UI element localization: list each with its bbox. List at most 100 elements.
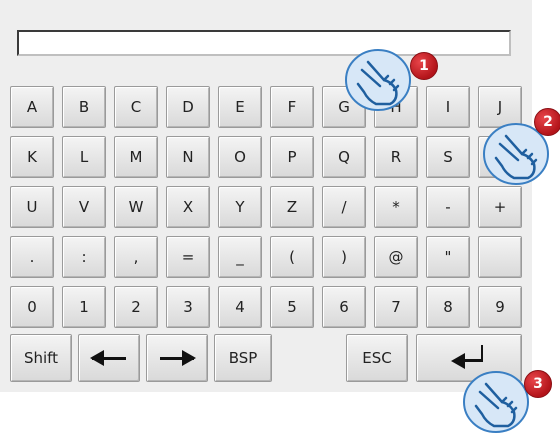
- key-label: -: [445, 198, 451, 216]
- touch-hand-icon: [345, 49, 411, 111]
- shift-key-label: Shift: [23, 349, 59, 367]
- key-label: 6: [339, 298, 349, 316]
- key-n[interactable]: N: [166, 136, 210, 178]
- key-9[interactable]: 9: [478, 286, 522, 328]
- key-4[interactable]: 4: [218, 286, 262, 328]
- key-label: *: [392, 198, 400, 216]
- key-label: B: [78, 98, 90, 116]
- key-v[interactable]: V: [62, 186, 106, 228]
- key-label: 7: [391, 298, 401, 316]
- key-a[interactable]: A: [10, 86, 54, 128]
- callout-badge: 1: [410, 52, 438, 80]
- key-label: 5: [287, 298, 297, 316]
- backspace-key[interactable]: BSP: [214, 334, 272, 382]
- shift-key[interactable]: Shift: [10, 334, 72, 382]
- key-slash[interactable]: /: [322, 186, 366, 228]
- key-p[interactable]: P: [270, 136, 314, 178]
- key-label: W: [128, 198, 144, 216]
- key-blank[interactable]: [478, 236, 522, 278]
- escape-key[interactable]: ESC: [346, 334, 408, 382]
- key-label: :: [81, 248, 87, 266]
- key-label: 9: [495, 298, 505, 316]
- key-comma[interactable]: ,: [114, 236, 158, 278]
- key-colon[interactable]: :: [62, 236, 106, 278]
- key-7[interactable]: 7: [374, 286, 418, 328]
- key-z[interactable]: Z: [270, 186, 314, 228]
- key-label: V: [78, 198, 90, 216]
- key-y[interactable]: Y: [218, 186, 262, 228]
- key-asterisk[interactable]: *: [374, 186, 418, 228]
- key-r[interactable]: R: [374, 136, 418, 178]
- key-label: Z: [286, 198, 298, 216]
- key-q[interactable]: Q: [322, 136, 366, 178]
- key-5[interactable]: 5: [270, 286, 314, 328]
- cursor-right-key[interactable]: [146, 334, 208, 382]
- key-k[interactable]: K: [10, 136, 54, 178]
- key-label: S: [443, 148, 453, 166]
- key-label: 8: [443, 298, 453, 316]
- key-label: K: [27, 148, 37, 166]
- key-d[interactable]: D: [166, 86, 210, 128]
- key-label: _: [236, 248, 244, 266]
- key-minus[interactable]: -: [426, 186, 470, 228]
- key-label: ": [444, 248, 452, 266]
- key-label: ): [341, 248, 347, 266]
- key-label: L: [79, 148, 89, 166]
- key-0[interactable]: 0: [10, 286, 54, 328]
- key-label: 1: [79, 298, 89, 316]
- key-s[interactable]: S: [426, 136, 470, 178]
- key-label: R: [390, 148, 402, 166]
- key-label: 2: [131, 298, 141, 316]
- key-w[interactable]: W: [114, 186, 158, 228]
- arrow-left-icon: [90, 349, 126, 366]
- cursor-left-key[interactable]: [78, 334, 140, 382]
- key-l[interactable]: L: [62, 136, 106, 178]
- arrow-right-icon: [160, 349, 196, 366]
- key-1[interactable]: 1: [62, 286, 106, 328]
- key-f[interactable]: F: [270, 86, 314, 128]
- key-label: O: [234, 148, 246, 166]
- key-label: +: [493, 198, 507, 216]
- key-i[interactable]: I: [426, 86, 470, 128]
- key-x[interactable]: X: [166, 186, 210, 228]
- key-8[interactable]: 8: [426, 286, 470, 328]
- callout-badge: 2: [534, 108, 560, 136]
- escape-key-label: ESC: [362, 349, 392, 367]
- key-label: (: [289, 248, 295, 266]
- key-u[interactable]: U: [10, 186, 54, 228]
- key-b[interactable]: B: [62, 86, 106, 128]
- key-label: D: [182, 98, 194, 116]
- key-label: X: [182, 198, 194, 216]
- key-label: 0: [27, 298, 37, 316]
- key-label: P: [287, 148, 297, 166]
- key-underscore[interactable]: _: [218, 236, 262, 278]
- key-equals[interactable]: =: [166, 236, 210, 278]
- key-label: N: [182, 148, 194, 166]
- key-label: /: [341, 198, 347, 216]
- key-close-paren[interactable]: ): [322, 236, 366, 278]
- key-e[interactable]: E: [218, 86, 262, 128]
- key-open-paren[interactable]: (: [270, 236, 314, 278]
- key-o[interactable]: O: [218, 136, 262, 178]
- key-period[interactable]: .: [10, 236, 54, 278]
- key-label: E: [235, 98, 245, 116]
- key-label: @: [388, 248, 404, 266]
- callout-badge: 3: [524, 370, 552, 398]
- key-quote[interactable]: ": [426, 236, 470, 278]
- key-label: 4: [235, 298, 245, 316]
- key-c[interactable]: C: [114, 86, 158, 128]
- key-plus[interactable]: +: [478, 186, 522, 228]
- key-label: .: [29, 248, 35, 266]
- key-6[interactable]: 6: [322, 286, 366, 328]
- backspace-key-label: BSP: [228, 349, 258, 367]
- touch-hand-icon: [463, 371, 529, 433]
- key-at[interactable]: @: [374, 236, 418, 278]
- key-label: I: [445, 98, 451, 116]
- key-label: Y: [235, 198, 245, 216]
- screen-keyboard-panel: A B C D E F G H I J K L M N O P Q R S T …: [0, 0, 532, 392]
- key-2[interactable]: 2: [114, 286, 158, 328]
- text-input-field[interactable]: [17, 30, 511, 56]
- key-3[interactable]: 3: [166, 286, 210, 328]
- key-m[interactable]: M: [114, 136, 158, 178]
- key-label: F: [287, 98, 297, 116]
